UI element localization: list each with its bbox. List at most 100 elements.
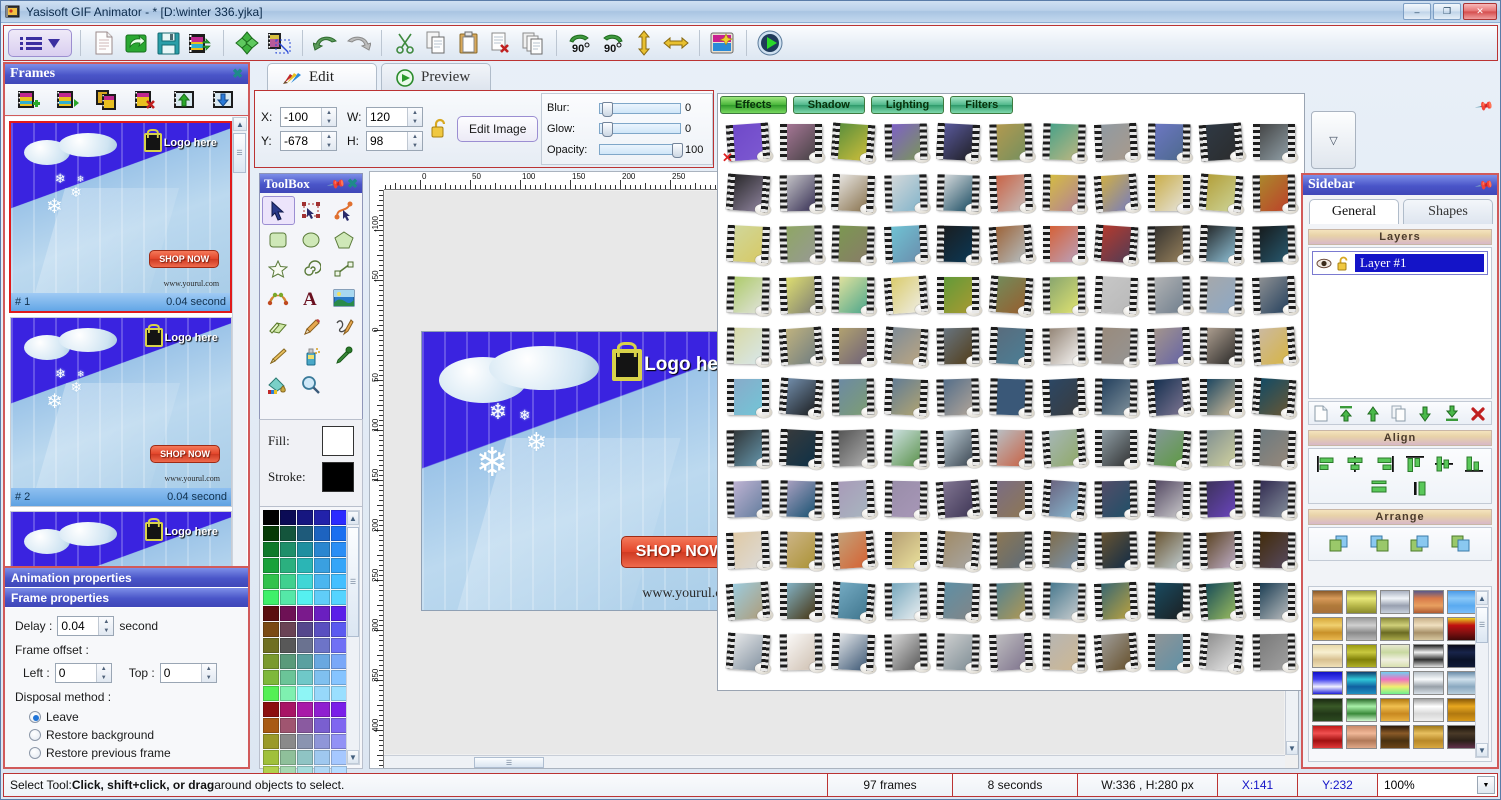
color-swatch[interactable] — [263, 526, 279, 541]
bring-to-front-icon[interactable] — [1328, 534, 1350, 554]
scroll-up-icon[interactable]: ▲ — [1476, 591, 1488, 605]
color-swatch[interactable] — [280, 718, 296, 733]
gallery-thumbnail[interactable] — [827, 218, 880, 269]
color-swatch[interactable] — [297, 750, 313, 765]
color-swatch[interactable] — [263, 654, 279, 669]
gallery-thumbnail[interactable] — [1037, 575, 1090, 626]
gradient-swatch[interactable] — [1447, 617, 1478, 641]
tab-edit[interactable]: Edit — [267, 63, 377, 91]
color-swatch[interactable] — [297, 622, 313, 637]
gallery-thumbnail[interactable] — [827, 575, 880, 626]
gradient-swatch[interactable] — [1379, 590, 1411, 614]
stepper-arrows[interactable]: ▲ ▼ — [98, 617, 114, 635]
play-button[interactable] — [755, 28, 785, 58]
unlock-icon[interactable] — [1337, 256, 1350, 271]
gallery-thumbnail[interactable] — [827, 524, 880, 575]
gallery-thumbnail[interactable] — [775, 218, 828, 269]
gradient-swatch[interactable] — [1345, 644, 1377, 668]
gallery-thumbnail[interactable] — [1037, 116, 1090, 167]
color-swatch[interactable] — [280, 686, 296, 701]
gallery-thumbnail[interactable] — [985, 167, 1038, 218]
color-swatch[interactable] — [314, 542, 330, 557]
brush-tool[interactable] — [262, 341, 295, 370]
frames-list[interactable]: ❄ ❄ ❄ ❄ Logo here SHOP NOW www.yourul.co… — [5, 117, 248, 580]
w-input[interactable] — [367, 108, 407, 126]
gallery-thumbnail[interactable] — [932, 473, 985, 524]
gradient-swatch[interactable] — [1413, 590, 1445, 614]
disposal-option-leave[interactable]: Leave — [29, 708, 238, 726]
color-swatch[interactable] — [314, 702, 330, 717]
y-stepper[interactable]: ▲▼ — [280, 131, 337, 151]
close-button[interactable]: ✕ — [1463, 3, 1497, 20]
frame-item[interactable]: ❄ ❄ ❄ ❄ Logo here SHOP NOW www.yourul.co… — [9, 121, 232, 313]
color-swatch[interactable] — [297, 670, 313, 685]
gallery-thumbnail[interactable] — [1090, 575, 1143, 626]
save-file-button[interactable] — [153, 28, 183, 58]
send-backward-icon[interactable] — [1409, 534, 1431, 554]
gallery-thumbnail[interactable] — [985, 218, 1038, 269]
disposal-option-restore-background[interactable]: Restore background — [29, 726, 238, 744]
spiral-tool[interactable] — [295, 254, 328, 283]
scroll-down-icon[interactable]: ▼ — [1286, 741, 1298, 755]
crop-button[interactable] — [264, 28, 294, 58]
gallery-thumbnail[interactable] — [985, 320, 1038, 371]
gradient-swatch[interactable] — [1379, 671, 1411, 695]
gallery-thumbnail[interactable] — [1090, 422, 1143, 473]
gradient-swatch[interactable] — [1312, 671, 1343, 695]
bring-forward-icon[interactable] — [1369, 534, 1391, 554]
tab-effects[interactable]: Effects — [720, 96, 787, 114]
ellipse-tool[interactable] — [295, 225, 328, 254]
gallery-thumbnail[interactable] — [827, 371, 880, 422]
gallery-thumbnail[interactable] — [1037, 167, 1090, 218]
gallery-thumbnail[interactable] — [1247, 320, 1300, 371]
insert-frame-button[interactable] — [53, 85, 83, 115]
path-tool[interactable] — [327, 196, 360, 225]
gallery-thumbnail[interactable] — [722, 371, 775, 422]
gallery-thumbnail[interactable] — [827, 269, 880, 320]
gradient-swatch[interactable] — [1447, 590, 1478, 614]
color-swatch[interactable] — [331, 702, 347, 717]
gallery-thumbnail[interactable] — [1037, 524, 1090, 575]
move-frame-down-button[interactable] — [209, 85, 239, 115]
color-swatch[interactable] — [314, 510, 330, 525]
open-file-button[interactable] — [121, 28, 151, 58]
color-swatch[interactable] — [263, 638, 279, 653]
zoom-selector[interactable]: 100% ▼ — [1378, 773, 1498, 797]
color-swatch[interactable] — [280, 670, 296, 685]
gallery-thumbnail[interactable] — [1247, 422, 1300, 473]
gallery-thumbnail[interactable] — [932, 422, 985, 473]
gallery-thumbnail[interactable] — [775, 269, 828, 320]
color-swatch[interactable] — [280, 702, 296, 717]
gallery-thumbnail[interactable] — [827, 473, 880, 524]
polygon-tool[interactable] — [327, 225, 360, 254]
color-swatch[interactable] — [280, 622, 296, 637]
gallery-thumbnail[interactable] — [1247, 371, 1300, 422]
color-swatch[interactable] — [263, 590, 279, 605]
color-swatch[interactable] — [297, 558, 313, 573]
gallery-thumbnail[interactable] — [880, 167, 933, 218]
color-swatch[interactable] — [331, 558, 347, 573]
gradient-swatch[interactable] — [1413, 644, 1445, 668]
gallery-thumbnail[interactable] — [775, 371, 828, 422]
color-swatch[interactable] — [314, 638, 330, 653]
delete-button[interactable] — [486, 28, 516, 58]
gradient-scrollbar[interactable]: ▲ ☰ ▼ — [1475, 590, 1489, 758]
tab-shadow[interactable]: Shadow — [792, 96, 865, 114]
opacity-slider[interactable] — [599, 143, 683, 159]
select-tool[interactable] — [262, 196, 295, 225]
gallery-thumbnail[interactable] — [880, 218, 933, 269]
gallery-thumbnail[interactable] — [1195, 320, 1248, 371]
color-swatch[interactable] — [314, 750, 330, 765]
palette-scrollbar[interactable]: ▲ ☰ ▼ — [346, 510, 360, 765]
color-swatch[interactable] — [314, 734, 330, 749]
gallery-thumbnail[interactable] — [985, 626, 1038, 677]
gallery-thumbnail[interactable] — [1142, 116, 1195, 167]
gallery-thumbnail[interactable] — [1247, 524, 1300, 575]
gallery-thumbnail[interactable] — [1090, 371, 1143, 422]
gallery-thumbnail[interactable] — [1090, 626, 1143, 677]
resize-canvas-button[interactable] — [232, 28, 262, 58]
distribute-vertical-icon[interactable] — [1411, 479, 1431, 497]
gallery-thumbnail[interactable] — [1247, 167, 1300, 218]
gallery-thumbnail[interactable] — [1142, 371, 1195, 422]
align-bottom-icon[interactable] — [1464, 455, 1484, 473]
